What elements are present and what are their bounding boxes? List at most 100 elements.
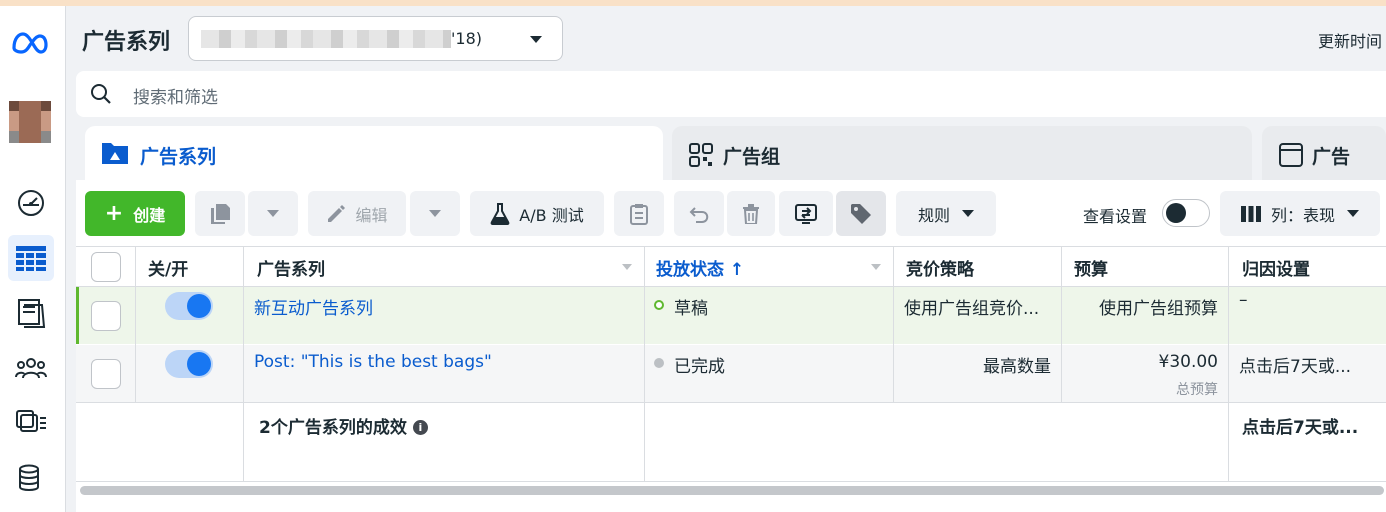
chevron-down-icon	[530, 36, 542, 43]
tag-icon	[851, 203, 871, 224]
switch-knob	[187, 294, 211, 318]
ab-test-button[interactable]: A/B 测试	[470, 191, 604, 236]
grid-line	[644, 246, 645, 482]
rules-button[interactable]: 规则	[896, 191, 996, 236]
clipboard-icon	[630, 203, 648, 225]
draft-status-dot	[654, 300, 664, 310]
bid-strategy: 使用广告组竞价...	[904, 299, 1040, 319]
delivery-status: 已完成	[674, 357, 725, 377]
grid-line	[76, 286, 1386, 287]
ad-frame-icon	[1279, 143, 1303, 167]
gauge-icon[interactable]	[8, 180, 54, 226]
delivery-status: 草稿	[674, 299, 708, 319]
user-avatar[interactable]	[9, 101, 51, 143]
duplicate-icon	[211, 203, 230, 224]
row-checkbox[interactable]	[91, 301, 121, 331]
grid-line	[1228, 246, 1229, 482]
campaign-selector[interactable]: '18)	[188, 16, 563, 61]
campaign-name-link[interactable]: Post: "This is the best bags"	[254, 352, 492, 372]
column-header-bid-strategy[interactable]: 竞价策略	[906, 255, 974, 280]
chevron-down-icon	[429, 210, 441, 217]
bid-strategy: 最高数量	[983, 357, 1051, 377]
column-header-attribution[interactable]: 归因设置	[1242, 255, 1310, 280]
budget: ¥30.00	[1158, 352, 1218, 372]
results-summary-label: 2个广告系列的成效	[259, 418, 407, 438]
search-placeholder: 搜索和筛选	[133, 88, 218, 108]
rules-button-label: 规则	[917, 205, 950, 225]
duplicate-dropdown[interactable]	[248, 191, 298, 236]
chevron-down-icon	[267, 210, 279, 217]
tab-ad-sets[interactable]: 广告组	[672, 126, 1252, 186]
grid-line	[893, 246, 894, 402]
column-header-delivery[interactable]: 投放状态 ↑	[656, 255, 744, 280]
column-header-campaign[interactable]: 广告系列	[257, 255, 325, 280]
columns-icon	[1240, 205, 1261, 222]
results-summary: 2个广告系列的成效 i	[259, 413, 428, 438]
duplicate-button[interactable]	[195, 191, 245, 236]
view-settings-label: 查看设置	[1083, 207, 1148, 226]
sort-caret-icon[interactable]	[871, 264, 881, 270]
budget-type: 总预算	[1176, 382, 1218, 398]
undo-button[interactable]	[674, 191, 724, 236]
people-icon[interactable]	[8, 345, 54, 391]
meta-logo-icon[interactable]	[10, 28, 50, 58]
edit-button-label: 编辑	[355, 205, 388, 225]
search-icon	[91, 84, 111, 104]
tab-ads-label: 广告	[1312, 146, 1351, 168]
page-title: 广告系列	[82, 30, 171, 55]
column-header-budget[interactable]: 预算	[1074, 255, 1108, 280]
flask-icon	[490, 202, 510, 225]
database-icon[interactable]	[8, 455, 54, 501]
update-time-label: 更新时间	[1318, 32, 1383, 51]
columns-button-label: 列：表现	[1270, 205, 1335, 225]
info-icon[interactable]: i	[412, 420, 428, 435]
grid-line	[1061, 246, 1062, 402]
clipboard-button[interactable]	[614, 191, 664, 236]
tab-campaigns[interactable]: 广告系列	[85, 126, 663, 186]
ad-library-icon[interactable]	[8, 400, 54, 446]
notebook-icon[interactable]	[8, 290, 54, 336]
campaign-name-link[interactable]: 新互动广告系列	[254, 294, 373, 319]
chevron-down-icon	[1347, 210, 1359, 217]
tab-ads[interactable]: 广告	[1262, 126, 1386, 186]
sort-caret-icon[interactable]	[622, 264, 632, 270]
horizontal-scrollbar[interactable]	[80, 486, 1384, 495]
draft-row-indicator	[76, 287, 79, 344]
columns-button[interactable]: 列：表现	[1220, 191, 1380, 236]
top-banner-strip	[0, 0, 1386, 6]
row-checkbox[interactable]	[91, 359, 121, 389]
campaign-on-off-switch[interactable]	[165, 350, 213, 378]
trash-icon	[743, 203, 759, 224]
select-all-checkbox[interactable]	[91, 252, 121, 282]
create-button-label: 创建	[133, 205, 166, 225]
undo-icon	[689, 206, 709, 223]
grid-icon	[689, 143, 713, 167]
column-header-on-off[interactable]: 关/开	[148, 255, 188, 280]
redacted-campaign-name	[201, 30, 451, 48]
budget: 使用广告组预算	[1099, 299, 1218, 319]
create-button[interactable]: + 创建	[85, 191, 185, 236]
summary-attribution: 点击后7天或...	[1242, 418, 1359, 438]
grid-line	[76, 246, 1386, 247]
left-nav-rail	[0, 6, 66, 512]
edit-button[interactable]: 编辑	[308, 191, 406, 236]
campaign-on-off-switch[interactable]	[165, 292, 213, 320]
search-filter-bar[interactable]: 搜索和筛选	[76, 71, 1386, 117]
export-button[interactable]	[779, 191, 833, 236]
campaign-table: 关/开 广告系列 投放状态 ↑ 竞价策略 预算 归因设置 新互动广告系列 草稿 …	[76, 246, 1386, 482]
grid-line	[243, 345, 244, 381]
edit-dropdown[interactable]	[410, 191, 460, 236]
grid-line	[135, 246, 136, 402]
table-grid-icon[interactable]	[8, 235, 54, 281]
toggle-knob	[1166, 203, 1186, 223]
plus-icon: +	[104, 200, 124, 226]
tab-ad-sets-label: 广告组	[723, 146, 781, 168]
grid-line	[76, 481, 1386, 482]
view-settings-toggle[interactable]	[1162, 199, 1210, 227]
chevron-down-icon	[962, 210, 974, 217]
tag-button[interactable]	[836, 191, 886, 236]
switch-knob	[187, 352, 211, 376]
grid-line	[243, 287, 244, 327]
delete-button[interactable]	[727, 191, 775, 236]
attribution-setting: 点击后7天或...	[1239, 357, 1352, 377]
